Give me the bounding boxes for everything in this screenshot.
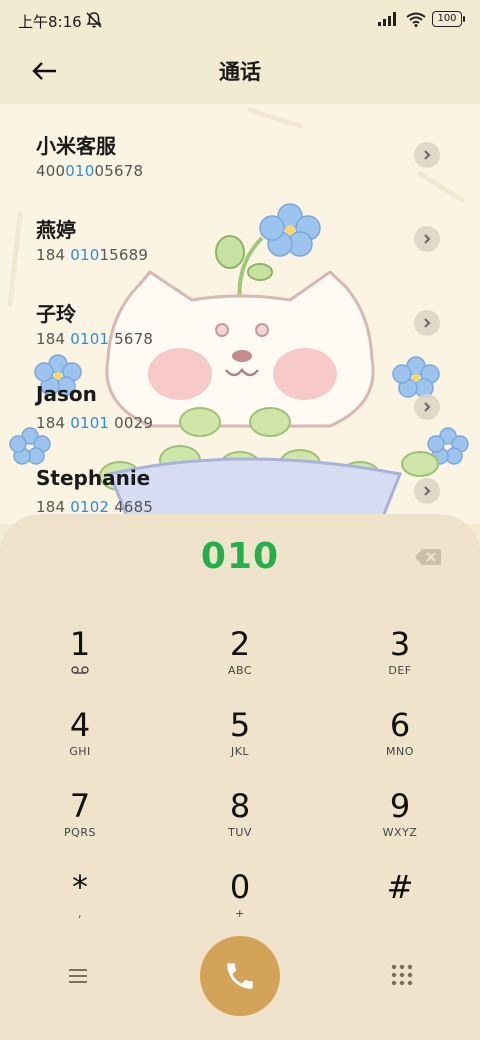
contact-number: 184 0101 0029 (36, 414, 154, 432)
key-9[interactable]: 9 WXYZ (340, 788, 460, 858)
list-item[interactable]: Stephanie 184 0102 4685 (0, 440, 480, 524)
key-1[interactable]: 1 (20, 626, 140, 696)
key-6[interactable]: 6 MNO (340, 707, 460, 777)
key-hash[interactable]: # (340, 869, 460, 939)
key-3[interactable]: 3 DEF (340, 626, 460, 696)
call-button[interactable] (200, 936, 280, 1016)
key-8[interactable]: 8 TUV (180, 788, 300, 858)
backspace-icon[interactable] (414, 548, 442, 566)
key-0[interactable]: 0 + (180, 869, 300, 939)
phone-icon (227, 963, 253, 989)
contact-number: 184 0101 5678 (36, 330, 154, 348)
list-item[interactable]: 子玲 184 0101 5678 (0, 272, 480, 356)
page-title: 通话 (219, 60, 261, 84)
app-header: 通话 (0, 40, 480, 104)
contact-name: 子玲 (36, 302, 76, 326)
chevron-right-icon[interactable] (414, 394, 440, 420)
contact-number: 184 01015689 (36, 246, 149, 264)
contact-name: Jason (36, 382, 97, 406)
chevron-right-icon[interactable] (414, 310, 440, 336)
chevron-right-icon[interactable] (414, 142, 440, 168)
menu-icon[interactable] (66, 964, 90, 988)
dialpad-panel: 010 1 2 ABC 3 DEF 4 GHI 5 JKL 6 MNO 7 PQ… (0, 514, 480, 1040)
list-item[interactable]: Jason 184 0101 0029 (0, 356, 480, 440)
battery-icon: 100 (432, 11, 465, 27)
status-bar: 上午8:16 100 (0, 0, 480, 40)
contact-name: 小米客服 (36, 134, 116, 158)
dialed-number: 010 (200, 536, 280, 577)
signal-icon (378, 12, 396, 26)
key-5[interactable]: 5 JKL (180, 707, 300, 777)
key-star[interactable]: * , (20, 869, 140, 939)
voicemail-icon (71, 666, 89, 674)
contact-list: 小米客服 40001005678 燕婷 184 01015689 子玲 184 … (0, 104, 480, 524)
status-time: 上午8:16 (18, 13, 82, 31)
list-item[interactable]: 燕婷 184 01015689 (0, 188, 480, 272)
contact-number: 40001005678 (36, 162, 144, 180)
list-item[interactable]: 小米客服 40001005678 (0, 104, 480, 188)
chevron-right-icon[interactable] (414, 226, 440, 252)
contact-name: 燕婷 (36, 218, 76, 242)
key-7[interactable]: 7 PQRS (20, 788, 140, 858)
mute-icon (86, 12, 102, 28)
wifi-icon (406, 12, 426, 27)
dialpad-icon[interactable] (391, 964, 413, 986)
chevron-right-icon[interactable] (414, 478, 440, 504)
key-4[interactable]: 4 GHI (20, 707, 140, 777)
key-2[interactable]: 2 ABC (180, 626, 300, 696)
contact-name: Stephanie (36, 466, 151, 490)
